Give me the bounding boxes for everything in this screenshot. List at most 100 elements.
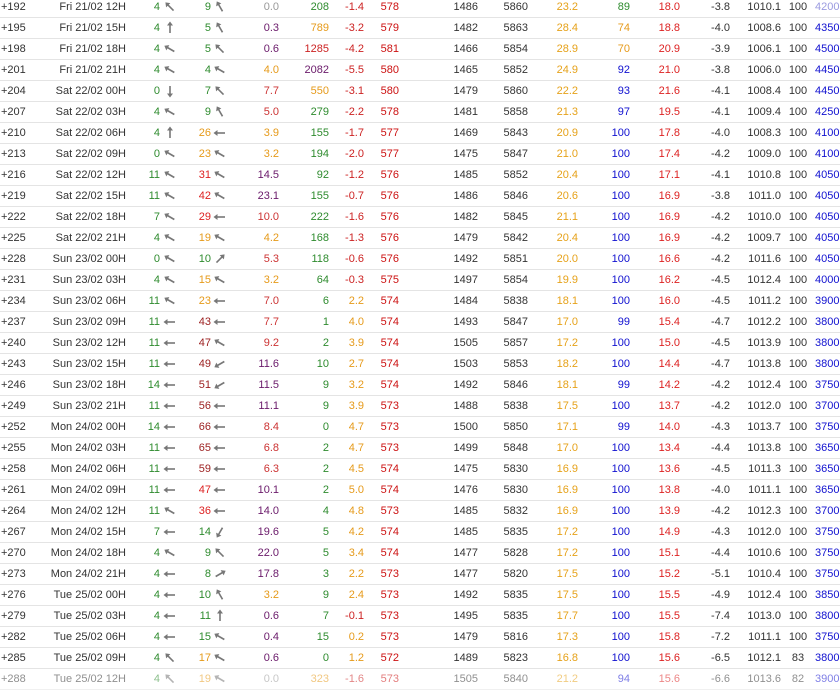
humidity-cell: 100 — [611, 400, 630, 412]
pressure-cell: 1012.4 — [747, 589, 781, 601]
geopotential-850-cell: 1486 — [453, 190, 478, 202]
thickness-cell: 573 — [380, 610, 399, 622]
cape-cell: 155 — [310, 127, 329, 139]
geopotential-500-cell: 5854 — [503, 274, 528, 286]
cape-cell: 155 — [310, 190, 329, 202]
step-cell: +288 — [1, 673, 26, 685]
wind-speed-cell: 4 — [153, 64, 160, 76]
wind-direction-arrow-icon — [162, 146, 178, 162]
wind-speed-cell: 11 — [148, 442, 160, 454]
date-cell: Sat 22/02 00H — [55, 85, 126, 97]
table-row: +222 Sat 22/02 18H 7 29 10.0 222 -1.6 576 1482 58… — [0, 207, 840, 228]
precipitation-cell: 3.2 — [263, 274, 279, 286]
table-row: +261 Mon 24/02 09H 11 47 10.1 2 5.0 574 1476 5830… — [0, 480, 840, 501]
precipitation-cell: 0.6 — [263, 43, 279, 55]
cape-cell: 2 — [322, 442, 329, 454]
freezing-level-cell: 3900 — [815, 673, 840, 685]
geopotential-850-cell: 1499 — [453, 442, 478, 454]
geopotential-500-cell: 5838 — [503, 400, 528, 412]
temp-500-cell: -4.3 — [711, 421, 730, 433]
pressure-cell: 1012.1 — [747, 652, 781, 664]
lifted-index-cell: -4.2 — [345, 43, 364, 55]
cloud-cover-cell: 100 — [788, 631, 808, 643]
pressure-cell: 1013.6 — [747, 673, 781, 685]
temp-850-cell: 17.1 — [556, 421, 578, 433]
gust-speed-cell: 10 — [198, 253, 211, 265]
precipitation-cell: 3.2 — [263, 148, 279, 160]
lifted-index-cell: 2.7 — [348, 358, 364, 370]
precipitation-cell: 3.2 — [263, 589, 279, 601]
gust-direction-arrow-icon — [212, 524, 228, 540]
wind-speed-cell: 11 — [148, 316, 160, 328]
table-row: +267 Mon 24/02 15H 7 14 19.6 5 4.2 574 1485 5835 1… — [0, 522, 840, 543]
gust-direction-arrow-icon — [212, 335, 228, 351]
geopotential-500-cell: 5853 — [503, 358, 528, 370]
freezing-level-cell: 4450 — [815, 64, 840, 76]
gust-direction-arrow-icon — [212, 62, 228, 78]
gust-speed-cell: 15 — [198, 631, 211, 643]
geopotential-500-cell: 5847 — [503, 316, 528, 328]
temperature-cell: 15.5 — [658, 589, 680, 601]
gust-direction-arrow-icon — [212, 440, 228, 456]
cape-cell: 2 — [322, 484, 329, 496]
freezing-level-cell: 3650 — [815, 442, 840, 454]
gust-speed-cell: 59 — [198, 463, 211, 475]
cape-cell: 7 — [322, 610, 329, 622]
temp-500-cell: -4.0 — [711, 484, 730, 496]
geopotential-500-cell: 5842 — [503, 232, 528, 244]
table-row: +264 Mon 24/02 12H 11 36 14.0 4 4.8 573 1485 5832… — [0, 501, 840, 522]
wind-direction-arrow-icon — [162, 209, 178, 225]
pressure-cell: 1013.9 — [747, 337, 781, 349]
precipitation-cell: 0.6 — [263, 652, 279, 664]
cape-cell: 4 — [322, 505, 329, 517]
cape-cell: 5 — [322, 526, 329, 538]
cape-cell: 9 — [322, 589, 329, 601]
temperature-cell: 15.5 — [658, 610, 680, 622]
temp-850-cell: 17.5 — [556, 589, 578, 601]
humidity-cell: 100 — [611, 295, 630, 307]
pressure-cell: 1010.1 — [747, 1, 781, 13]
wind-speed-cell: 14 — [147, 379, 160, 391]
humidity-cell: 100 — [611, 568, 630, 580]
step-cell: +225 — [1, 232, 26, 244]
step-cell: +285 — [1, 652, 26, 664]
temp-500-cell: -4.2 — [711, 379, 730, 391]
geopotential-850-cell: 1486 — [453, 1, 478, 13]
table-row: +288 Tue 25/02 12H 4 19 0.0 323 -1.6 573 1505 584… — [0, 669, 840, 690]
temp-500-cell: -4.5 — [711, 295, 730, 307]
table-row: +213 Sat 22/02 09H 0 23 3.2 194 -2.0 577 1475 584… — [0, 144, 840, 165]
temp-850-cell: 16.8 — [556, 652, 578, 664]
humidity-cell: 94 — [617, 673, 630, 685]
lifted-index-cell: 3.9 — [348, 337, 364, 349]
date-cell: Sat 22/02 12H — [55, 169, 126, 181]
gust-speed-cell: 5 — [204, 43, 211, 55]
cloud-cover-cell: 100 — [788, 505, 808, 517]
thickness-cell: 574 — [380, 484, 399, 496]
wind-direction-arrow-icon — [162, 230, 178, 246]
thickness-cell: 574 — [380, 358, 399, 370]
temp-850-cell: 18.1 — [556, 379, 578, 391]
step-cell: +255 — [1, 442, 26, 454]
temperature-cell: 15.8 — [658, 631, 680, 643]
temperature-cell: 17.1 — [658, 169, 680, 181]
temp-500-cell: -4.7 — [711, 358, 730, 370]
cloud-cover-cell: 100 — [788, 85, 808, 97]
precipitation-cell: 19.6 — [257, 526, 279, 538]
step-cell: +231 — [1, 274, 26, 286]
temp-500-cell: -3.8 — [711, 190, 730, 202]
humidity-cell: 100 — [611, 631, 630, 643]
thickness-cell: 577 — [380, 127, 399, 139]
temp-500-cell: -4.1 — [711, 169, 730, 181]
table-row: +210 Sat 22/02 06H 4 26 3.9 155 -1.7 577 1469 584… — [0, 123, 840, 144]
date-cell: Mon 24/02 21H — [50, 568, 126, 580]
temperature-cell: 16.2 — [658, 274, 680, 286]
gust-direction-arrow-icon — [212, 650, 228, 666]
lifted-index-cell: -5.5 — [345, 64, 364, 76]
cloud-cover-cell: 100 — [788, 106, 808, 118]
lifted-index-cell: 4.8 — [348, 505, 364, 517]
step-cell: +282 — [1, 631, 26, 643]
humidity-cell: 100 — [611, 484, 630, 496]
freezing-level-cell: 4200 — [815, 1, 840, 13]
humidity-cell: 100 — [611, 547, 630, 559]
humidity-cell: 100 — [611, 148, 630, 160]
